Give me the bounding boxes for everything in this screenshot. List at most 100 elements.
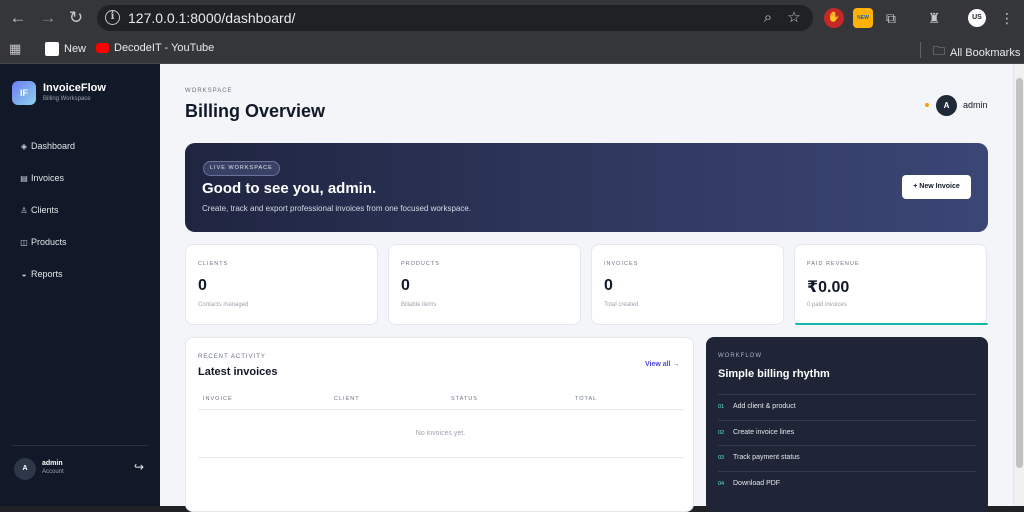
reload-icon[interactable]: ↻ [65,7,87,29]
stat-value: 0 [401,277,410,294]
all-bookmarks-label: All Bookmarks [950,46,1021,59]
zoom-icon[interactable]: ⌕ [758,8,778,28]
folder-icon: 🗀 [933,44,946,58]
stat-card-paid-revenue: PAID REVENUE ₹0.00 0 paid invoices [794,244,988,325]
column-header-total: TOTAL [575,396,598,402]
activity-title: Latest invoices [198,366,278,378]
live-workspace-badge: LIVE WORKSPACE [203,161,280,176]
back-arrow-icon[interactable]: ← [7,7,29,29]
main-content: WORKSPACE Billing Overview A admin LIVE … [160,64,1013,512]
stat-value: 0 [198,277,207,294]
brand-subtitle: Billing Workspace [43,96,91,102]
sidebar-item-label: Clients [31,205,59,215]
bookmark-new[interactable]: New [45,42,86,56]
apps-grid-icon[interactable]: ▦ [9,41,21,57]
sidebar-item-products[interactable]: ◫ Products [20,237,67,247]
step-text: Create invoice lines [733,429,795,436]
table-bottom-divider [198,457,684,458]
logout-icon[interactable]: ↪ [134,460,144,474]
sidebar: IF InvoiceFlow Billing Workspace ◈ Dashb… [0,64,160,506]
workflow-step: 03 Track payment status [718,445,976,471]
workflow-card: WORKFLOW Simple billing rhythm 01 Add cl… [706,337,988,512]
profile-avatar[interactable]: US [968,9,986,27]
bookmark-star-icon[interactable]: ☆ [784,8,804,28]
workflow-step: 04 Download PDF [718,471,976,497]
kebab-menu-icon[interactable]: ⋮ [997,8,1017,28]
sidebar-item-label: Dashboard [31,141,76,151]
extension-badge-text: NEW [857,15,869,21]
new-invoice-button[interactable]: + New Invoice [902,175,971,199]
stat-sub: Total created [604,302,639,308]
stat-label: PAID REVENUE [807,261,860,267]
incognito-spy-icon[interactable]: ♜ [924,8,944,28]
invoices-icon: ▤ [20,173,28,183]
welcome-banner: LIVE WORKSPACE Good to see you, admin. C… [185,143,988,232]
scrollbar-thumb[interactable] [1016,78,1023,468]
sidebar-item-invoices[interactable]: ▤ Invoices [20,173,64,183]
stat-card-invoices: INVOICES 0 Total created [591,244,784,325]
stat-value: ₹0.00 [807,279,850,296]
address-bar[interactable]: i 127.0.0.1:8000/dashboard/ ⌕ ☆ [97,5,813,31]
status-dot [925,103,929,107]
extensions-puzzle-icon[interactable]: ⧉ [881,8,901,28]
view-all-link[interactable]: View all → [645,361,680,368]
step-number: 02 [718,430,725,436]
stat-value: 0 [604,277,613,294]
column-header-client: CLIENT [334,396,360,402]
bookmarks-divider [920,42,921,58]
stat-card-products: PRODUCTS 0 Billable items [388,244,581,325]
youtube-icon [96,43,109,53]
stat-sub: Contacts managed [198,302,249,308]
page-scrollbar[interactable] [1013,64,1024,506]
sidebar-item-dashboard[interactable]: ◈ Dashboard [20,141,75,151]
page-title: Billing Overview [185,101,326,121]
avatar: A [14,458,36,480]
clients-icon: ♙ [20,205,28,215]
adblock-extension-icon[interactable]: ✋ [824,8,844,28]
sidebar-item-label: Reports [31,269,63,279]
header-username[interactable]: admin [963,100,988,110]
logo-badge: IF [12,81,36,105]
account-name: admin [42,460,63,467]
stat-card-clients: CLIENTS 0 Contacts managed [185,244,378,325]
sidebar-item-reports[interactable]: ◒ Reports [20,269,63,279]
site-info-icon[interactable]: i [105,10,120,25]
sidebar-item-label: Products [31,237,67,247]
workflow-title: Simple billing rhythm [718,368,830,380]
brand-name: InvoiceFlow [43,82,106,94]
activity-eyebrow: RECENT ACTIVITY [198,354,266,360]
empty-state-text: No invoices yet. [415,430,466,437]
workflow-step: 01 Add client & product [718,394,976,420]
stat-sub: Billable items [401,302,437,308]
table-header-divider [198,409,684,410]
stat-label: INVOICES [604,261,639,267]
workflow-eyebrow: WORKFLOW [718,353,762,359]
header-avatar[interactable]: A [936,95,957,116]
account-role: Account [42,469,64,475]
sidebar-item-label: Invoices [31,173,65,183]
reports-icon: ◒ [21,269,27,279]
url-text[interactable]: 127.0.0.1:8000/dashboard/ [128,10,295,26]
recent-activity-card: RECENT ACTIVITY Latest invoices View all… [185,337,694,512]
revenue-accent-bar [795,323,988,325]
welcome-subtitle: Create, track and export professional in… [202,204,472,213]
new-favicon-icon [45,42,59,56]
sidebar-item-clients[interactable]: ♙ Clients [20,205,59,215]
products-icon: ◫ [20,237,28,247]
column-header-status: STATUS [451,396,478,402]
forward-arrow-icon[interactable]: → [37,7,59,29]
bookmark-decodeit[interactable]: DecodeIT - YouTube [96,42,214,54]
step-number: 01 [718,404,725,410]
all-bookmarks[interactable]: 🗀 All Bookmarks [933,42,1020,63]
bookmark-label: DecodeIT - YouTube [114,42,215,54]
welcome-title: Good to see you, admin. [202,180,377,197]
workflow-step: 02 Create invoice lines [718,420,976,446]
extension-badge-icon[interactable]: NEW [853,8,873,28]
step-number: 03 [718,455,725,461]
stat-sub: 0 paid invoices [807,302,847,308]
sidebar-divider [12,445,148,446]
step-text: Download PDF [733,480,781,487]
stat-label: CLIENTS [198,261,229,267]
step-text: Track payment status [733,454,800,461]
bookmark-label: New [64,43,87,55]
